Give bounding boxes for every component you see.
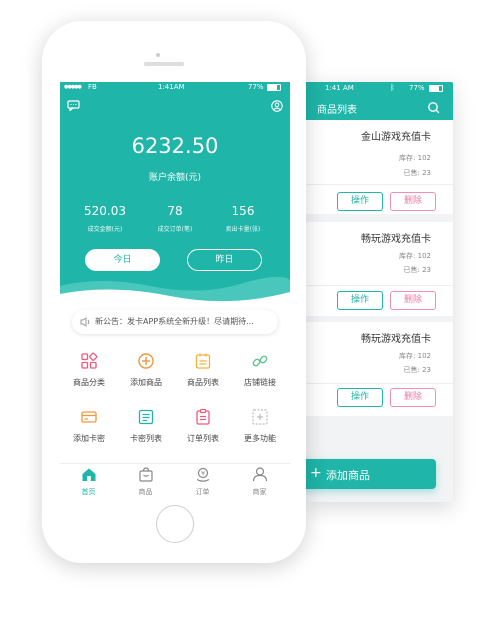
more-icon	[252, 409, 268, 425]
battery-icon	[267, 84, 281, 91]
status-time: 1:41AM	[158, 83, 185, 91]
product-stock: 库存: 102	[399, 154, 431, 162]
product-sold: 已售: 23	[403, 169, 432, 177]
stat-label: 成交订单(笔)	[157, 226, 193, 233]
page-header: 商品列表	[305, 96, 453, 120]
page-title: 商品列表	[317, 105, 357, 116]
tab-label: 首页	[81, 488, 96, 496]
list-item: 畅玩游戏充值卡 库存: 102 已售: 23 操作 删除	[305, 222, 453, 316]
bag-icon	[138, 467, 153, 482]
delete-button[interactable]: 删除	[390, 192, 436, 211]
grid-item-more[interactable]: 更多功能	[231, 408, 289, 444]
calendar-list-icon	[195, 353, 211, 369]
divider	[305, 383, 453, 384]
user-icon[interactable]	[271, 100, 283, 112]
grid-item-card-list[interactable]: 卡密列表	[117, 408, 175, 444]
product-sold: 已售: 23	[403, 266, 432, 274]
tab-label: 订单	[195, 488, 210, 496]
product-stock: 库存: 102	[399, 252, 431, 260]
notice-text: 新公告：发卡APP系统全新升级！尽请期待...	[95, 317, 254, 326]
grid-item-order-list[interactable]: 订单列表	[174, 408, 232, 444]
delete-button[interactable]: 删除	[390, 291, 436, 310]
stat-value: 156	[231, 204, 255, 218]
list-item: 畅玩游戏充值卡 库存: 102 已售: 23 操作 删除	[305, 322, 453, 416]
card-list-icon	[138, 409, 154, 425]
tab-products[interactable]: 商品	[117, 467, 174, 497]
product-name: 畅玩游戏充值卡	[361, 334, 431, 345]
product-name: 金山游戏充值卡	[361, 132, 431, 143]
signal-icon: ●●●●●	[64, 84, 82, 90]
add-circle-icon	[138, 353, 154, 369]
yesterday-tab[interactable]: 昨日	[187, 249, 262, 271]
message-icon[interactable]	[67, 100, 80, 111]
order-list-icon	[196, 408, 210, 425]
grid-label: 添加商品	[130, 378, 162, 387]
divider	[305, 184, 453, 185]
link-icon	[252, 355, 268, 367]
grid-item-shop-link[interactable]: 店铺链接	[231, 352, 289, 388]
grid-label: 订单列表	[187, 434, 219, 443]
status-battery: 77%	[409, 84, 425, 92]
speaker-icon	[80, 317, 90, 327]
operate-button[interactable]: 操作	[337, 388, 383, 407]
search-icon[interactable]	[427, 101, 440, 114]
balance-amount: 6232.50	[131, 134, 219, 158]
card-icon	[81, 411, 97, 423]
tab-merchant[interactable]: 商家	[231, 467, 288, 497]
grid-item-product-list[interactable]: 商品列表	[174, 352, 232, 388]
grid-label: 店铺链接	[244, 378, 276, 387]
grid-label: 商品分类	[73, 378, 105, 387]
back-screen: 1:41 AM ᛒ 77% 商品列表 金山游戏充值卡 库存: 102 已售: 2…	[305, 82, 453, 502]
status-carrier: FB	[88, 83, 97, 91]
add-product-label: 添加商品	[326, 469, 370, 482]
stat-value: 78	[167, 204, 183, 218]
stat-label: 成交金额(元)	[87, 226, 123, 233]
operate-button[interactable]: 操作	[337, 192, 383, 211]
tab-bar: 首页 商品 ¥ 订单 商家	[60, 463, 290, 499]
grid-label: 商品列表	[187, 378, 219, 387]
product-stock: 库存: 102	[399, 352, 431, 360]
tab-home[interactable]: 首页	[60, 467, 117, 497]
camera-dot	[156, 53, 160, 57]
category-icon	[81, 352, 98, 369]
wave-decoration	[60, 276, 290, 312]
grid-label: 更多功能	[244, 434, 276, 443]
plus-icon: +	[310, 465, 322, 481]
delete-button[interactable]: 删除	[390, 388, 436, 407]
status-battery: 77%	[248, 83, 264, 91]
status-bar: 1:41 AM ᛒ 77%	[305, 82, 453, 96]
merchant-icon	[252, 467, 267, 482]
svg-text:¥: ¥	[201, 470, 205, 477]
home-button[interactable]	[156, 505, 194, 543]
divider	[305, 285, 453, 286]
grid-item-add-product[interactable]: 添加商品	[117, 352, 175, 388]
tab-orders[interactable]: ¥ 订单	[174, 467, 231, 497]
status-time: 1:41 AM	[325, 84, 354, 92]
bluetooth-icon: ᛒ	[390, 83, 395, 92]
list-item: 金山游戏充值卡 库存: 102 已售: 23 操作 删除	[305, 120, 453, 214]
hero-header: ●●●●● FB 1:41AM 77% 6232.50 账户余额(元) 520.…	[60, 82, 290, 312]
stat-value: 520.03	[84, 204, 126, 218]
stat-label: 卖出卡量(张)	[225, 226, 261, 233]
operate-button[interactable]: 操作	[337, 291, 383, 310]
grid-label: 添加卡密	[73, 434, 105, 443]
grid-item-category[interactable]: 商品分类	[60, 352, 118, 388]
order-icon: ¥	[196, 467, 209, 482]
grid-item-add-card[interactable]: 添加卡密	[60, 408, 118, 444]
speaker-grille	[144, 62, 184, 66]
add-product-button[interactable]: + 添加商品	[300, 459, 436, 489]
front-screen: ●●●●● FB 1:41AM 77% 6232.50 账户余额(元) 520.…	[60, 82, 290, 499]
product-sold: 已售: 23	[403, 366, 432, 374]
tab-label: 商品	[138, 488, 153, 496]
today-tab[interactable]: 今日	[85, 249, 160, 271]
product-name: 畅玩游戏充值卡	[361, 234, 431, 245]
balance-label: 账户余额(元)	[148, 173, 202, 183]
battery-icon	[429, 85, 443, 92]
notice-bar[interactable]: 新公告：发卡APP系统全新升级！尽请期待...	[72, 310, 278, 334]
grid-label: 卡密列表	[130, 434, 162, 443]
home-icon	[82, 468, 95, 481]
tab-label: 商家	[252, 488, 267, 496]
